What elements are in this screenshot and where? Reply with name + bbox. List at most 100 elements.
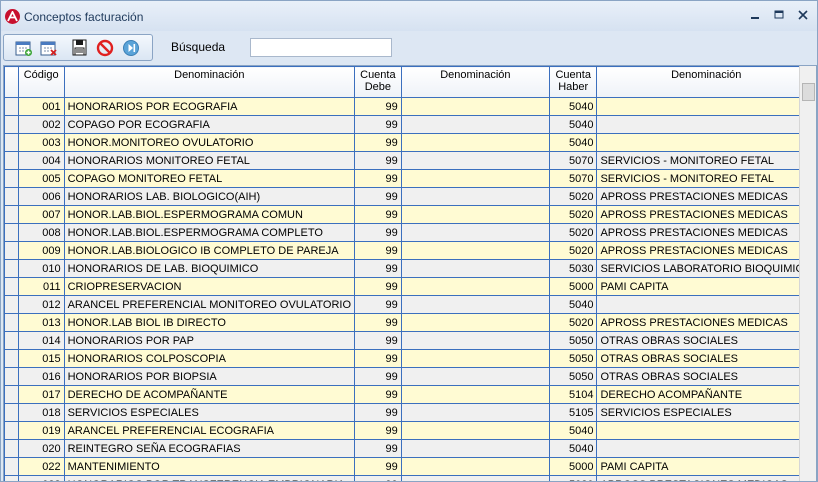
column-header-cuenta-debe[interactable]: Cuenta Debe — [354, 66, 402, 98]
cell-denominacion-haber[interactable]: SERVICIOS - MONITOREO FETAL — [596, 169, 816, 188]
cell-denominacion-haber[interactable]: SERVICIOS - MONITOREO FETAL — [596, 151, 816, 170]
row-selector[interactable] — [4, 115, 19, 134]
cell-denominacion-debe[interactable] — [400, 223, 551, 242]
cell-denominacion-debe[interactable] — [400, 439, 551, 458]
cell-cuenta-haber[interactable]: 5070 — [548, 151, 598, 170]
vertical-scrollbar[interactable] — [799, 66, 816, 481]
cell-cuenta-debe[interactable]: 99 — [354, 187, 402, 206]
row-selector[interactable] — [4, 331, 19, 350]
cell-denominacion-debe[interactable] — [400, 115, 551, 134]
cancel-button[interactable] — [95, 38, 115, 58]
cell-denominacion[interactable]: HONOR.LAB.BIOLOGICO IB COMPLETO DE PAREJ… — [63, 241, 356, 260]
cell-denominacion-debe[interactable] — [400, 313, 551, 332]
cell-cuenta-debe[interactable]: 99 — [354, 115, 402, 134]
cell-denominacion[interactable]: REINTEGRO SEÑA ECOGRAFIAS — [63, 439, 356, 458]
cell-denominacion-haber[interactable]: OTRAS OBRAS SOCIALES — [596, 331, 816, 350]
cell-codigo[interactable]: 008 — [17, 223, 65, 242]
row-selector[interactable] — [4, 151, 19, 170]
cell-codigo[interactable]: 023 — [17, 475, 65, 481]
table-row[interactable]: 003 HONOR.MONITOREO OVULATORIO 99 5040 — [4, 133, 816, 152]
table-row[interactable]: 002 COPAGO POR ECOGRAFIA 99 5040 — [4, 115, 816, 134]
cell-cuenta-haber[interactable]: 5050 — [548, 331, 598, 350]
cell-codigo[interactable]: 001 — [17, 97, 65, 116]
cell-denominacion[interactable]: HONORARIOS POR BIOPSIA — [63, 367, 356, 386]
cell-cuenta-haber[interactable]: 5030 — [548, 259, 598, 278]
cell-cuenta-haber[interactable]: 5050 — [548, 367, 598, 386]
cell-denominacion-haber[interactable]: OTRAS OBRAS SOCIALES — [596, 367, 816, 386]
cell-denominacion[interactable]: HONORARIOS DE LAB. BIOQUIMICO — [63, 259, 356, 278]
cell-denominacion-haber[interactable]: APROSS PRESTACIONES MEDICAS — [596, 223, 816, 242]
maximize-button[interactable] — [769, 7, 789, 25]
cell-cuenta-debe[interactable]: 99 — [354, 403, 402, 422]
row-selector[interactable] — [4, 133, 19, 152]
cell-cuenta-haber[interactable]: 5020 — [548, 223, 598, 242]
table-row[interactable]: 022 MANTENIMIENTO 99 5000 PAMI CAPITA — [4, 457, 816, 476]
cell-denominacion-haber[interactable]: APROSS PRESTACIONES MEDICAS — [596, 205, 816, 224]
table-row[interactable]: 007 HONOR.LAB.BIOL.ESPERMOGRAMA COMUN 99 50… — [4, 205, 816, 224]
minimize-button[interactable] — [745, 7, 765, 25]
cell-cuenta-haber[interactable]: 5040 — [548, 439, 598, 458]
cell-denominacion-debe[interactable] — [400, 97, 551, 116]
row-selector[interactable] — [4, 277, 19, 296]
cell-cuenta-debe[interactable]: 99 — [354, 151, 402, 170]
table-row[interactable]: 010 HONORARIOS DE LAB. BIOQUIMICO 99 5030 SE… — [4, 259, 816, 278]
cell-cuenta-debe[interactable]: 99 — [354, 385, 402, 404]
table-row[interactable]: 012 ARANCEL PREFERENCIAL MONITOREO OVULAT… — [4, 295, 816, 314]
cell-denominacion-debe[interactable] — [400, 133, 551, 152]
cell-cuenta-debe[interactable]: 99 — [354, 259, 402, 278]
cell-denominacion[interactable]: COPAGO POR ECOGRAFIA — [63, 115, 356, 134]
row-selector[interactable] — [4, 349, 19, 368]
cell-denominacion[interactable]: HONORARIOS POR PAP — [63, 331, 356, 350]
next-button[interactable] — [121, 38, 141, 58]
cell-codigo[interactable]: 010 — [17, 259, 65, 278]
cell-denominacion-debe[interactable] — [400, 367, 551, 386]
row-selector[interactable] — [4, 475, 19, 481]
column-header-denominacion-haber[interactable]: Denominación — [596, 66, 816, 98]
cell-cuenta-debe[interactable]: 99 — [354, 277, 402, 296]
table-row[interactable]: 011 CRIOPRESERVACION 99 5000 PAMI CAPITA — [4, 277, 816, 296]
cell-codigo[interactable]: 017 — [17, 385, 65, 404]
table-row[interactable]: 009 HONOR.LAB.BIOLOGICO IB COMPLETO DE PA… — [4, 241, 816, 260]
cell-denominacion-haber[interactable] — [596, 115, 816, 134]
cell-codigo[interactable]: 006 — [17, 187, 65, 206]
cell-codigo[interactable]: 020 — [17, 439, 65, 458]
cell-cuenta-haber[interactable]: 5040 — [548, 133, 598, 152]
row-selector-header[interactable] — [4, 66, 19, 98]
cell-denominacion[interactable]: COPAGO MONITOREO FETAL — [63, 169, 356, 188]
cell-denominacion[interactable]: HONORARIOS COLPOSCOPIA — [63, 349, 356, 368]
row-selector[interactable] — [4, 385, 19, 404]
cell-denominacion-debe[interactable] — [400, 421, 551, 440]
cell-denominacion-debe[interactable] — [400, 349, 551, 368]
cell-denominacion-haber[interactable] — [596, 97, 816, 116]
cell-codigo[interactable]: 019 — [17, 421, 65, 440]
cell-denominacion-debe[interactable] — [400, 169, 551, 188]
cell-cuenta-debe[interactable]: 99 — [354, 295, 402, 314]
row-selector[interactable] — [4, 367, 19, 386]
table-row[interactable]: 006 HONORARIOS LAB. BIOLOGICO(AIH) 99 5020 A… — [4, 187, 816, 206]
cell-denominacion-haber[interactable]: PAMI CAPITA — [596, 277, 816, 296]
close-button[interactable] — [793, 7, 813, 25]
row-selector[interactable] — [4, 295, 19, 314]
row-selector[interactable] — [4, 421, 19, 440]
cell-cuenta-haber[interactable]: 5070 — [548, 169, 598, 188]
cell-cuenta-debe[interactable]: 99 — [354, 223, 402, 242]
scrollbar-thumb[interactable] — [802, 83, 815, 101]
cell-denominacion[interactable]: HONORARIOS LAB. BIOLOGICO(AIH) — [63, 187, 356, 206]
cell-denominacion-debe[interactable] — [400, 151, 551, 170]
row-selector[interactable] — [4, 259, 19, 278]
table-row[interactable]: 023HONORARIOS POR TRANSFERENCIA EMBRIONA… — [4, 475, 816, 481]
cell-denominacion-haber[interactable]: DERECHO ACOMPAÑANTE — [596, 385, 816, 404]
cell-denominacion[interactable]: CRIOPRESERVACION — [63, 277, 356, 296]
table-row[interactable]: 020 REINTEGRO SEÑA ECOGRAFIAS 99 5040 — [4, 439, 816, 458]
cell-codigo[interactable]: 015 — [17, 349, 65, 368]
cell-cuenta-haber[interactable]: 5020 — [548, 205, 598, 224]
column-header-denominacion-debe[interactable]: Denominación — [400, 66, 551, 98]
cell-cuenta-haber[interactable]: 5040 — [548, 97, 598, 116]
save-button[interactable] — [70, 38, 90, 58]
cell-denominacion-debe[interactable] — [400, 403, 551, 422]
cell-codigo[interactable]: 013 — [17, 313, 65, 332]
column-header-codigo[interactable]: Código — [17, 66, 65, 98]
cell-denominacion[interactable]: ARANCEL PREFERENCIAL ECOGRAFIA — [63, 421, 356, 440]
cell-denominacion-haber[interactable] — [596, 439, 816, 458]
cell-cuenta-haber[interactable]: 5050 — [548, 349, 598, 368]
